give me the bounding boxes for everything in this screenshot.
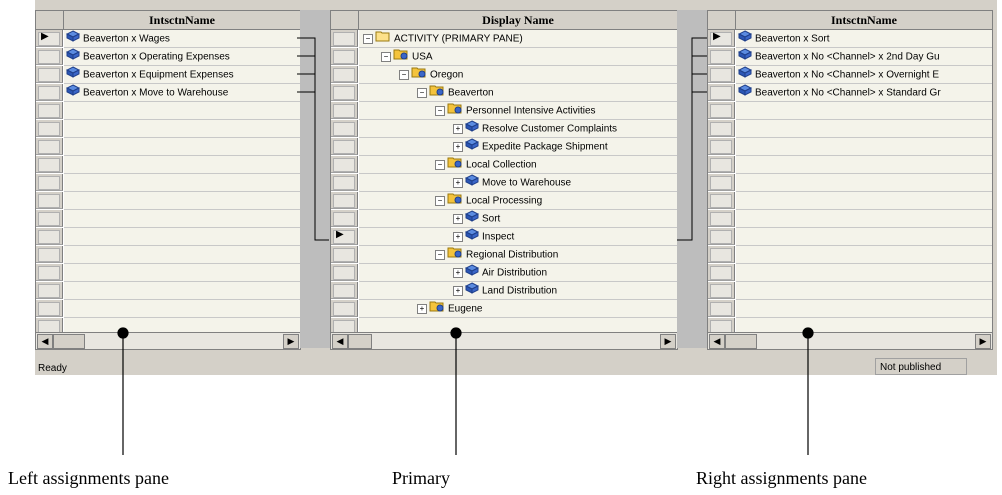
primary-pane-callout: Primary — [392, 468, 450, 488]
right-pane-callout: Right assignments pane — [696, 468, 867, 488]
callout-pointers — [117, 327, 814, 455]
left-pane-callout: Left assignments pane — [8, 468, 169, 488]
